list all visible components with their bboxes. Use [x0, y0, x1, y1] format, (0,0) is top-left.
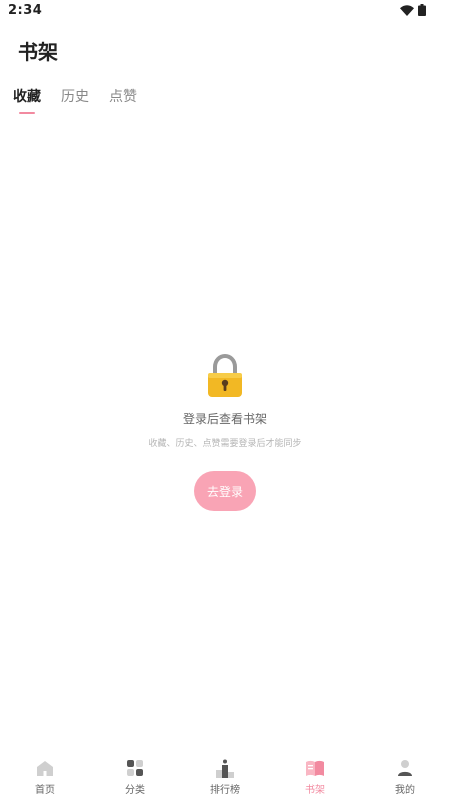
- tab-bar: 收藏 历史 点赞: [13, 86, 137, 114]
- tab-label: 点赞: [109, 89, 137, 105]
- active-tab-indicator: [19, 112, 35, 114]
- lock-icon: [208, 354, 242, 397]
- empty-state-subtitle: 收藏、历史、点赞需要登录后才能同步: [148, 439, 302, 449]
- nav-item-ranking[interactable]: 排行榜: [195, 758, 255, 796]
- empty-state: 登录后查看书架 收藏、历史、点赞需要登录后才能同步 去登录: [0, 354, 450, 511]
- bottom-nav: 首页 分类 排行榜 书架 我的: [0, 750, 450, 800]
- status-bar: 2:34: [0, 0, 450, 20]
- tab-favorites[interactable]: 收藏: [13, 86, 41, 114]
- nav-label: 我的: [395, 785, 415, 796]
- battery-icon: [418, 4, 426, 16]
- wifi-icon: [400, 4, 414, 16]
- nav-label: 首页: [35, 785, 55, 796]
- empty-state-title: 登录后查看书架: [182, 412, 267, 426]
- nav-item-category[interactable]: 分类: [105, 758, 165, 796]
- tab-likes[interactable]: 点赞: [109, 86, 137, 114]
- nav-item-bookshelf[interactable]: 书架: [285, 758, 345, 796]
- tab-label: 收藏: [13, 89, 41, 105]
- status-icons: [400, 4, 426, 16]
- login-button[interactable]: 去登录: [194, 471, 256, 511]
- nav-item-profile[interactable]: 我的: [375, 758, 435, 796]
- page-title: 书架: [18, 40, 58, 64]
- bookshelf-icon: [304, 758, 326, 778]
- nav-label: 排行榜: [210, 785, 240, 796]
- status-time: 2:34: [8, 2, 43, 18]
- home-icon: [34, 758, 56, 778]
- category-icon: [124, 758, 146, 778]
- tab-history[interactable]: 历史: [61, 86, 89, 114]
- ranking-icon: [214, 758, 236, 778]
- nav-item-home[interactable]: 首页: [15, 758, 75, 796]
- profile-icon: [394, 758, 416, 778]
- nav-label: 分类: [125, 785, 145, 796]
- tab-label: 历史: [61, 89, 89, 105]
- nav-label: 书架: [305, 785, 325, 796]
